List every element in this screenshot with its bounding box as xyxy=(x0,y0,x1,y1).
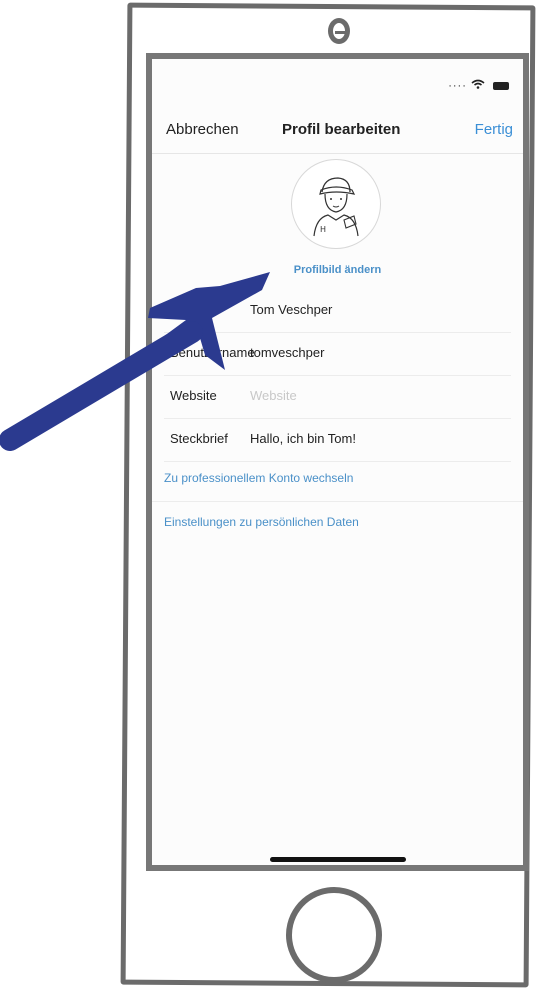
switch-professional-row[interactable]: Zu professionellem Konto wechseln xyxy=(152,457,523,502)
username-row[interactable]: Benutzername tomveschper xyxy=(164,333,511,376)
status-icons: ···· xyxy=(448,79,509,92)
website-label: Website xyxy=(170,388,217,403)
personal-data-row[interactable]: Einstellungen zu persönlichen Daten xyxy=(152,501,523,545)
name-field[interactable]: Tom Veschper xyxy=(250,302,332,317)
status-bar: ···· xyxy=(152,59,523,109)
website-row[interactable]: Website Website xyxy=(164,376,511,419)
website-field[interactable]: Website xyxy=(250,388,297,403)
wifi-icon xyxy=(471,79,489,92)
done-button[interactable]: Fertig xyxy=(475,121,513,138)
home-indicator xyxy=(270,857,406,862)
username-field[interactable]: tomveschper xyxy=(250,345,324,360)
bio-row[interactable]: Steckbrief Hallo, ich bin Tom! xyxy=(164,419,511,462)
personal-data-settings-link[interactable]: Einstellungen zu persönlichen Daten xyxy=(164,515,359,529)
name-label: Name xyxy=(170,302,205,317)
bio-field[interactable]: Hallo, ich bin Tom! xyxy=(250,431,356,446)
bio-label: Steckbrief xyxy=(170,431,228,446)
switch-professional-link[interactable]: Zu professionellem Konto wechseln xyxy=(164,471,353,485)
phone-screen: ···· Abbrechen Profil bearbeiten Fertig … xyxy=(146,53,529,871)
phone-speaker-icon xyxy=(328,18,350,44)
navigation-bar: Abbrechen Profil bearbeiten Fertig xyxy=(152,111,523,154)
signal-dots-icon: ···· xyxy=(448,80,467,92)
profile-avatar[interactable]: H xyxy=(291,159,381,249)
svg-text:H: H xyxy=(320,225,326,234)
username-label: Benutzername xyxy=(170,345,255,360)
name-row[interactable]: Name Tom Veschper xyxy=(164,290,511,333)
battery-icon xyxy=(493,82,509,91)
cartoon-user-avatar-icon: H xyxy=(313,177,359,237)
page-title: Profil bearbeiten xyxy=(282,121,401,138)
cancel-button[interactable]: Abbrechen xyxy=(166,121,239,138)
change-profile-photo-link[interactable]: Profilbild ändern xyxy=(152,264,523,276)
